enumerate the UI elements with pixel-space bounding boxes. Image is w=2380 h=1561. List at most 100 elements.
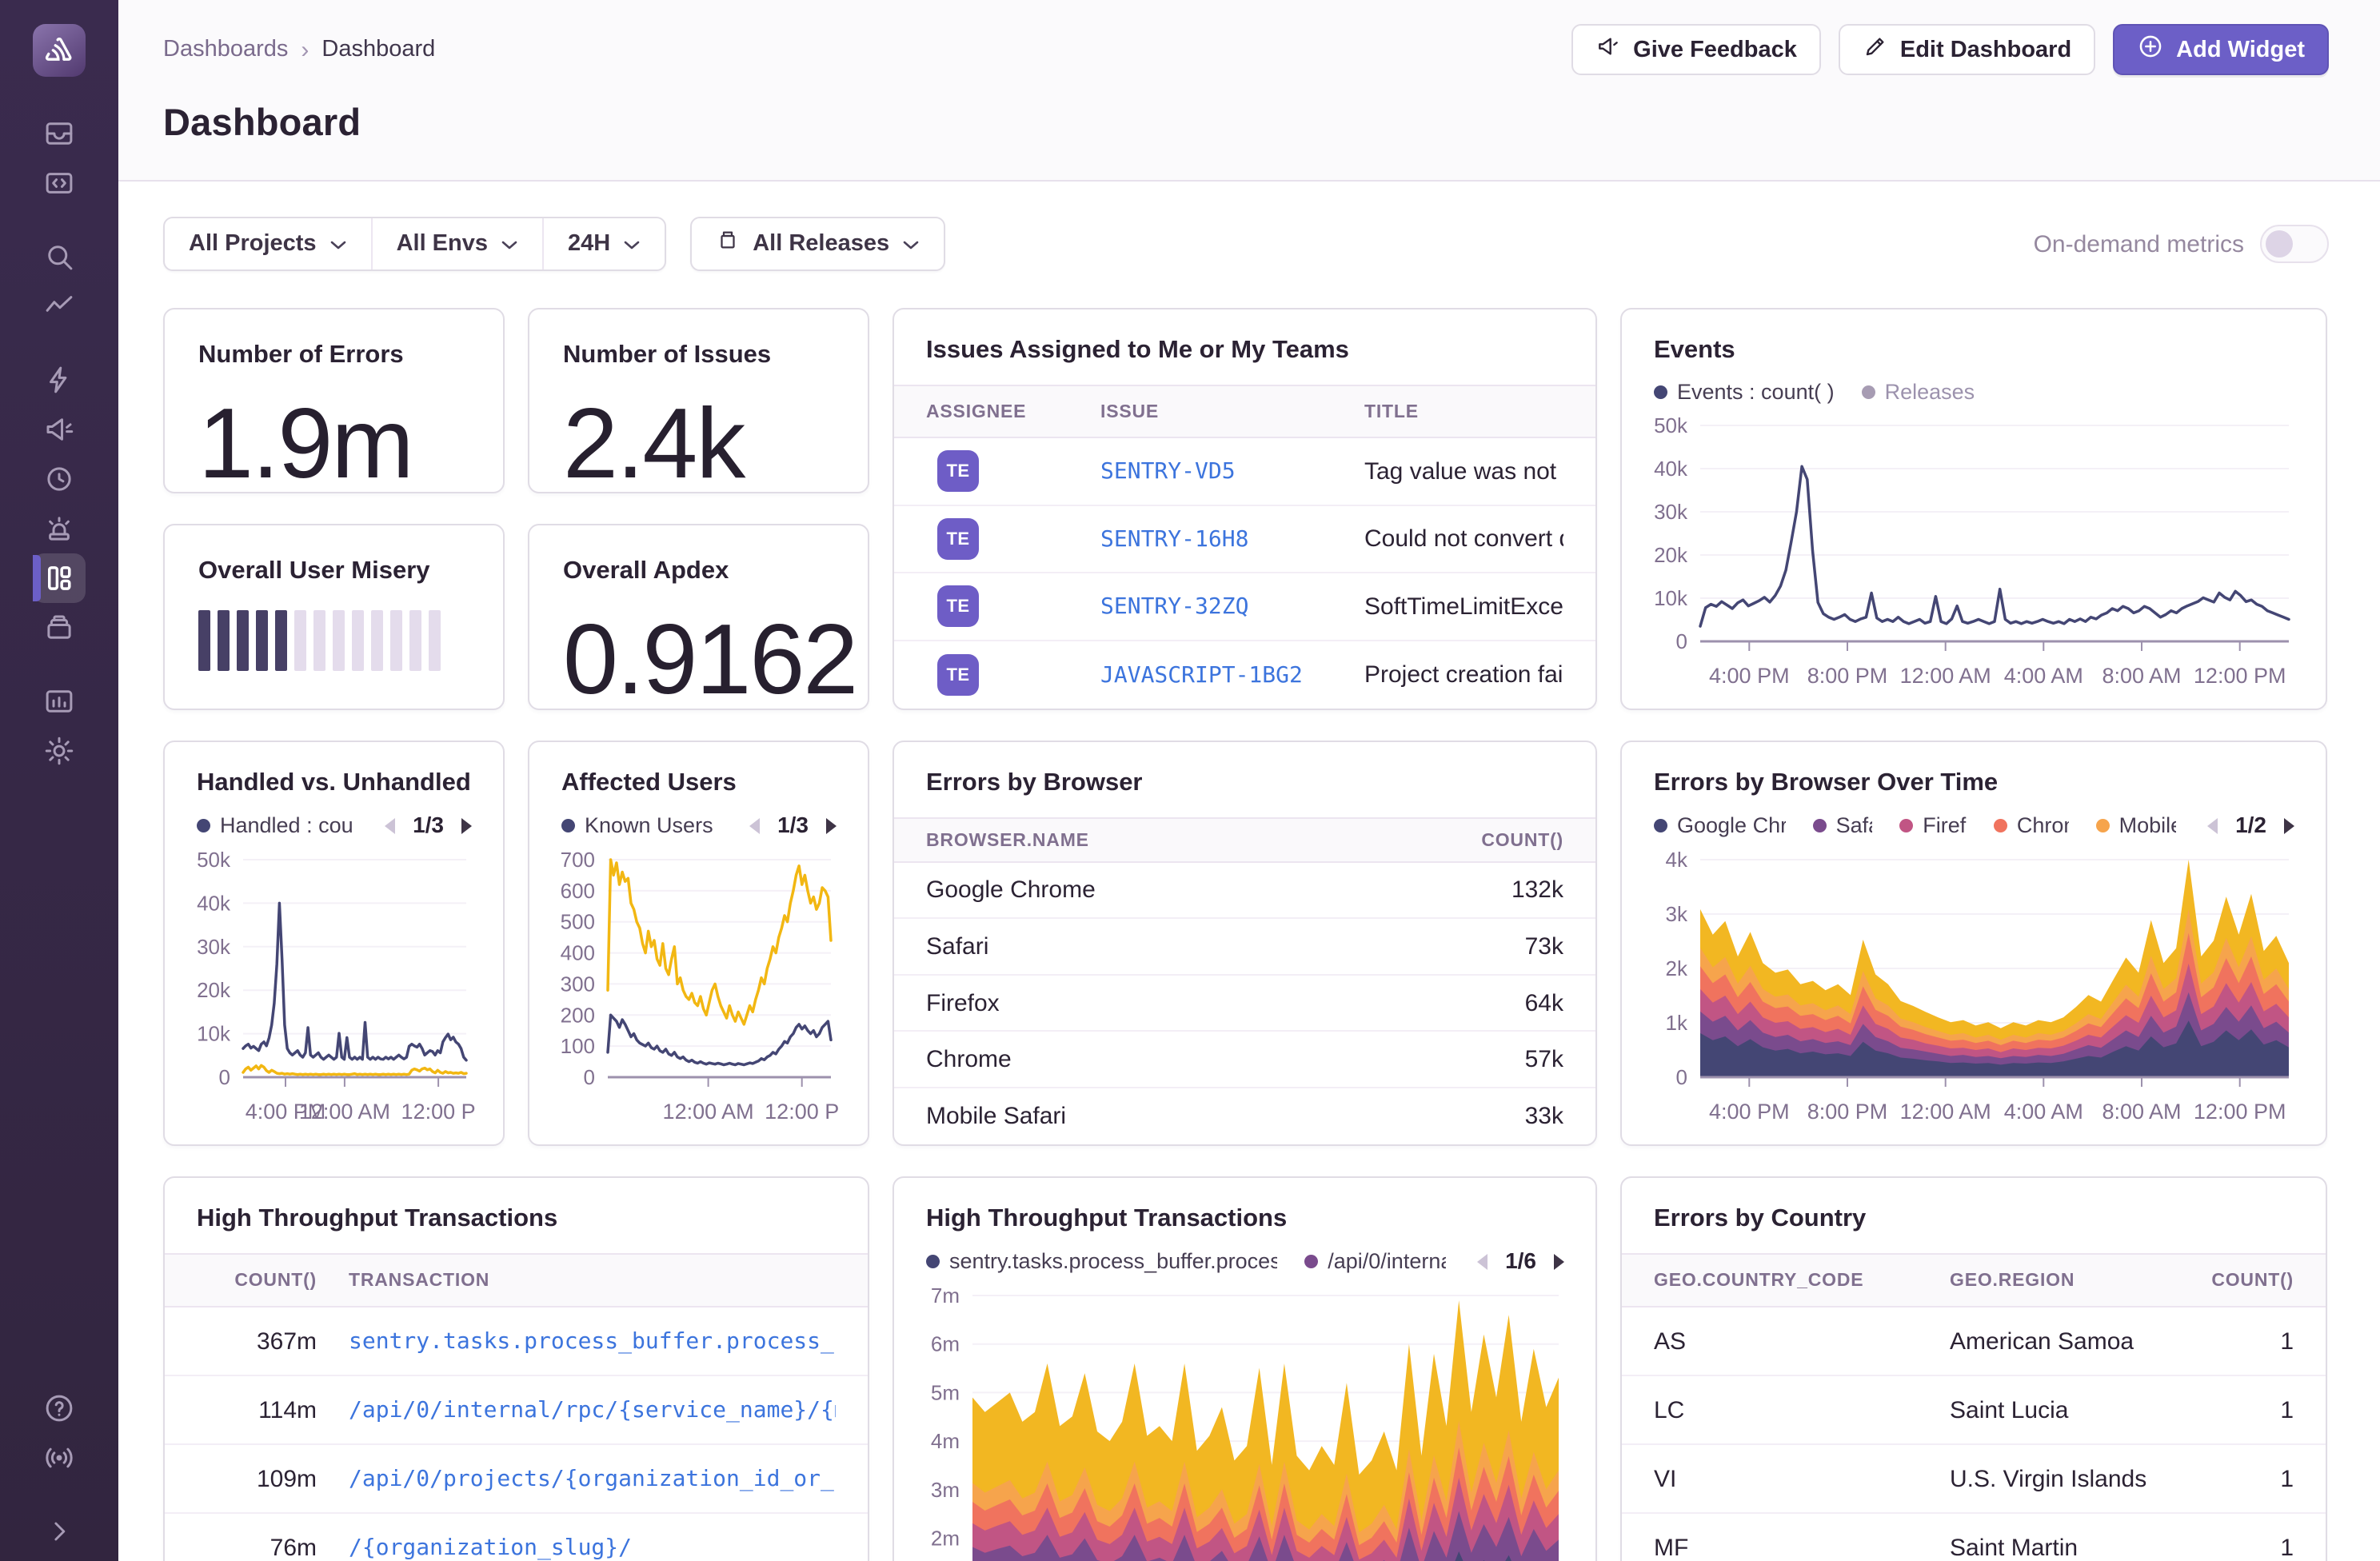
page-next-icon[interactable] xyxy=(458,816,476,836)
issue-link[interactable]: SENTRY-VD5 xyxy=(1100,457,1364,485)
sidebar-item-performance[interactable] xyxy=(33,355,86,405)
page-prev-icon[interactable] xyxy=(381,816,398,836)
release-filter[interactable]: All Releases xyxy=(692,218,944,269)
svg-text:0: 0 xyxy=(1676,629,1687,653)
widget-issues-assigned[interactable]: Issues Assigned to Me or My Teams ASSIGN… xyxy=(892,308,1597,710)
legend-item[interactable]: Releases xyxy=(1862,378,1975,406)
widget-events[interactable]: Events Events : count( ) Releases 010k20… xyxy=(1620,308,2327,710)
widget-errors-by-browser-over-time[interactable]: Errors by Browser Over Time Google Chrom… xyxy=(1620,741,2327,1146)
legend-item[interactable]: sentry.tasks.process_buffer.process_incr xyxy=(926,1248,1277,1276)
sidebar-item-issues[interactable] xyxy=(33,109,86,158)
page-prev-icon[interactable] xyxy=(1473,1252,1491,1272)
legend-item[interactable]: Chrome xyxy=(1994,812,2069,840)
sidebar-item-feedback[interactable] xyxy=(33,405,86,454)
svg-text:400: 400 xyxy=(561,940,595,964)
transaction-link[interactable]: /{organization_slug}/ xyxy=(349,1533,836,1561)
svg-text:600: 600 xyxy=(561,879,595,903)
widget-grid: Number of Errors 1.9m Number of Issues 2… xyxy=(163,308,2329,1561)
table-row[interactable]: LCSaint Lucia1 xyxy=(1622,1376,2326,1445)
svg-text:40k: 40k xyxy=(1654,457,1688,481)
add-widget-button[interactable]: Add Widget xyxy=(2113,24,2329,75)
widget-overall-user-misery[interactable]: Overall User Misery xyxy=(163,524,505,710)
table-row[interactable]: TE SENTRY-VD5 Tag value was not a strin xyxy=(894,438,1595,505)
table-row[interactable]: Google Chrome132k xyxy=(894,863,1595,920)
svg-text:700: 700 xyxy=(561,848,595,872)
table-row[interactable]: 76m/{organization_slug}/ xyxy=(165,1514,868,1561)
avatar[interactable]: TE xyxy=(937,450,979,492)
sidebar-collapse-chevron[interactable] xyxy=(33,1507,86,1556)
sidebar-item-dashboards[interactable] xyxy=(33,553,86,603)
table-row[interactable]: ASAmerican Samoa1 xyxy=(1622,1307,2326,1376)
sidebar-item-search[interactable] xyxy=(33,232,86,281)
table-row[interactable]: 114m/api/0/internal/rpc/{service_name}/{… xyxy=(165,1376,868,1445)
give-feedback-button[interactable]: Give Feedback xyxy=(1571,24,1821,75)
widget-high-throughput-chart[interactable]: High Throughput Transactions sentry.task… xyxy=(892,1176,1597,1561)
broadcast-icon[interactable] xyxy=(33,1433,86,1483)
legend-dot xyxy=(1654,385,1667,399)
widget-errors-by-country[interactable]: Errors by Country GEO.COUNTRY_CODE GEO.R… xyxy=(1620,1176,2327,1561)
issue-link[interactable]: SENTRY-32ZQ xyxy=(1100,592,1364,621)
transaction-link[interactable]: /api/0/projects/{organization_id_or_slug… xyxy=(349,1464,836,1493)
widget-affected-users[interactable]: Affected Users Known Users : cour 1/3 01… xyxy=(528,741,869,1146)
legend-dot xyxy=(1899,819,1913,832)
sidebar-item-crons[interactable] xyxy=(33,603,86,653)
environment-filter[interactable]: All Envs xyxy=(371,218,542,269)
avatar[interactable]: TE xyxy=(937,654,979,696)
page-next-icon[interactable] xyxy=(2281,816,2298,836)
project-filter[interactable]: All Projects xyxy=(165,218,371,269)
widget-errors-by-browser[interactable]: Errors by Browser BROWSER.NAME COUNT() G… xyxy=(892,741,1597,1146)
legend-item[interactable]: Mobile S xyxy=(2096,812,2176,840)
page-next-icon[interactable] xyxy=(823,816,841,836)
sidebar-item-explore[interactable] xyxy=(33,158,86,208)
legend-item[interactable]: Firefox xyxy=(1899,812,1967,840)
avatar[interactable]: TE xyxy=(937,518,979,560)
table-row[interactable]: TE JAVASCRIPT-1BG2 Project creation fail… xyxy=(894,641,1595,709)
help-icon[interactable] xyxy=(33,1383,86,1433)
page-prev-icon[interactable] xyxy=(745,816,763,836)
widget-handled-vs-unhandled[interactable]: Handled vs. Unhandled Handled : count( )… xyxy=(163,741,505,1146)
breadcrumb-dashboards[interactable]: Dashboards xyxy=(163,34,288,65)
table-row[interactable]: MFSaint Martin1 xyxy=(1622,1514,2326,1561)
table-row[interactable]: TE SENTRY-32ZQ SoftTimeLimitExceeded xyxy=(894,573,1595,641)
widget-number-of-issues[interactable]: Number of Issues 2.4k xyxy=(528,308,869,493)
widget-high-throughput-table[interactable]: High Throughput Transactions COUNT() TRA… xyxy=(163,1176,869,1561)
table-row[interactable]: 109m/api/0/projects/{organization_id_or_… xyxy=(165,1445,868,1514)
table-row[interactable]: 367msentry.tasks.process_buffer.process_… xyxy=(165,1307,868,1376)
filter-bar: All Projects All Envs 24H All Rele xyxy=(163,217,2329,271)
sidebar-item-stats[interactable] xyxy=(33,677,86,726)
avatar[interactable]: TE xyxy=(937,585,979,627)
sidebar-item-replays[interactable] xyxy=(33,454,86,504)
date-range-filter[interactable]: 24H xyxy=(542,218,665,269)
edit-dashboard-button[interactable]: Edit Dashboard xyxy=(1839,24,2095,75)
page-next-icon[interactable] xyxy=(1551,1252,1568,1272)
table-header: BROWSER.NAME COUNT() xyxy=(894,817,1595,862)
ondemand-metrics-toggle[interactable] xyxy=(2260,225,2329,263)
page-prev-icon[interactable] xyxy=(2203,816,2221,836)
widget-number-of-errors[interactable]: Number of Errors 1.9m xyxy=(163,308,505,493)
table-row[interactable]: Safari73k xyxy=(894,919,1595,976)
transaction-link[interactable]: sentry.tasks.process_buffer.process_incr xyxy=(349,1327,836,1355)
table-row[interactable]: VIU.S. Virgin Islands1 xyxy=(1622,1445,2326,1514)
transaction-link[interactable]: /api/0/internal/rpc/{service_name}/{meth… xyxy=(349,1395,836,1424)
table-row[interactable]: Firefox64k xyxy=(894,976,1595,1032)
widget-overall-apdex[interactable]: Overall Apdex 0.9162 xyxy=(528,524,869,710)
legend-item[interactable]: Safari xyxy=(1813,812,1873,840)
sidebar-item-alerts[interactable] xyxy=(33,504,86,553)
table-row[interactable]: Chrome57k xyxy=(894,1032,1595,1088)
issue-link[interactable]: JAVASCRIPT-1BG2 xyxy=(1100,661,1364,689)
issue-link[interactable]: SENTRY-16H8 xyxy=(1100,525,1364,553)
legend-item[interactable]: Known Users : cour xyxy=(561,812,718,840)
sidebar-item-traces[interactable] xyxy=(33,281,86,331)
legend-item[interactable]: Handled : count( ) xyxy=(197,812,353,840)
legend-item[interactable]: /api/0/internal/r xyxy=(1304,1248,1446,1276)
svg-text:30k: 30k xyxy=(197,935,231,959)
table-row[interactable]: TE SENTRY-16H8 Could not convert query xyxy=(894,506,1595,573)
sidebar-item-settings[interactable] xyxy=(33,726,86,776)
affected-users-line-chart: 010020030040050060070012:00 AM12:00 P xyxy=(545,847,850,1135)
legend-dot xyxy=(1862,385,1875,399)
sentry-logo[interactable] xyxy=(33,24,86,77)
svg-text:4:00 PM: 4:00 PM xyxy=(1709,664,1790,688)
legend-item[interactable]: Events : count( ) xyxy=(1654,378,1835,406)
table-row[interactable]: Mobile Safari33k xyxy=(894,1088,1595,1144)
legend-item[interactable]: Google Chrome xyxy=(1654,812,1786,840)
